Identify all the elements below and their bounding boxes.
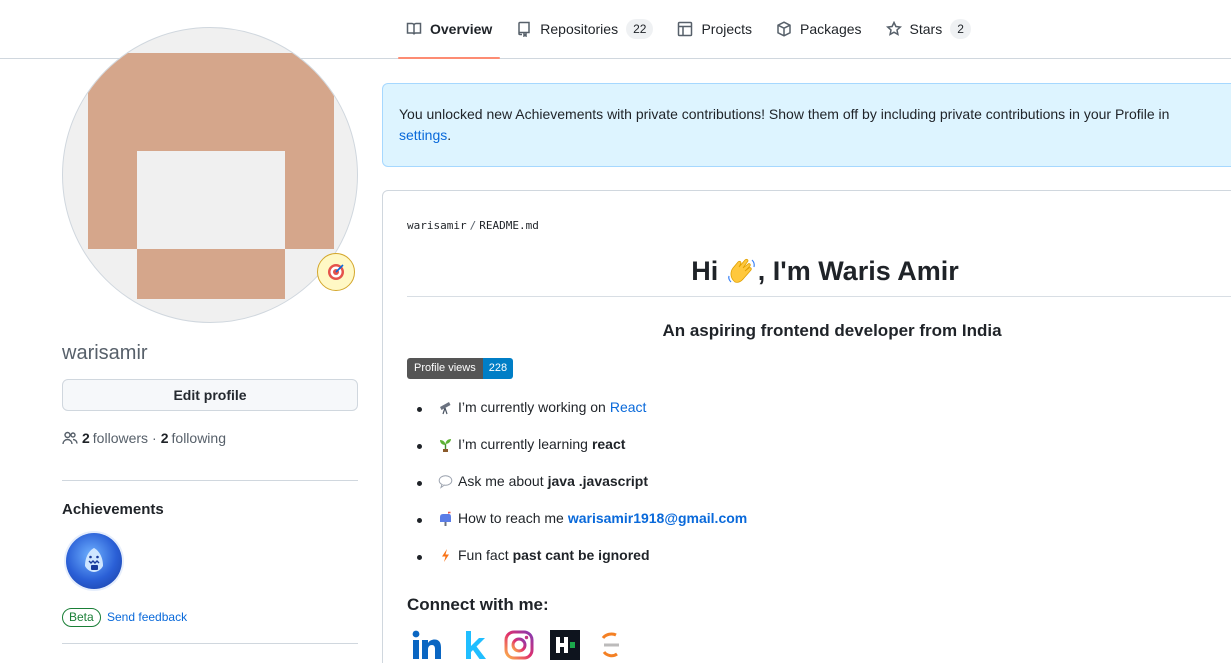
list-item: I’m currently learning react bbox=[417, 436, 747, 473]
heading-greeting: Hi bbox=[691, 256, 726, 286]
linkedin-icon[interactable] bbox=[411, 629, 443, 661]
star-icon bbox=[885, 21, 902, 36]
achievement-badge[interactable] bbox=[66, 533, 122, 589]
readme-card: warisamir / README.md Hi , I'm Waris Amir … bbox=[382, 190, 1231, 663]
readme-filename[interactable]: README.md bbox=[479, 219, 539, 232]
speech-bubble-icon bbox=[437, 473, 453, 489]
followers-label: followers bbox=[92, 430, 149, 446]
notice-text: You unlocked new Achievements with priva… bbox=[399, 106, 1170, 122]
stars-count: 2 bbox=[950, 19, 971, 39]
react-link[interactable]: React bbox=[610, 399, 647, 415]
tab-stars[interactable]: Stars 2 bbox=[878, 0, 979, 58]
achievements-title: Achievements bbox=[62, 501, 164, 518]
follow-stats: 2 followers · 2 following bbox=[62, 430, 226, 446]
readme-subtitle: An aspiring frontend developer from Indi… bbox=[662, 321, 1002, 340]
divider bbox=[62, 643, 358, 644]
achievements-notice: You unlocked new Achievements with priva… bbox=[382, 83, 1231, 167]
target-icon bbox=[328, 264, 344, 280]
tab-overview-label: Overview bbox=[430, 21, 493, 37]
package-icon bbox=[777, 21, 791, 37]
tab-packages-label: Packages bbox=[800, 21, 862, 37]
following-link[interactable]: 2 following bbox=[161, 430, 226, 446]
following-count: 2 bbox=[160, 430, 169, 446]
notice-end: . bbox=[447, 127, 452, 143]
email-link[interactable]: warisamir1918@gmail.com bbox=[568, 510, 747, 526]
readme-list: I’m currently working on React I’m curre… bbox=[417, 399, 747, 584]
followers-count: 2 bbox=[82, 430, 90, 446]
shark-icon bbox=[85, 548, 103, 572]
profile-tabs: Overview Repositories 22 Projects Packag… bbox=[398, 0, 987, 59]
instagram-icon[interactable] bbox=[503, 629, 535, 661]
beta-badge: Beta bbox=[62, 608, 101, 627]
social-links bbox=[411, 629, 627, 661]
readme-owner[interactable]: warisamir bbox=[407, 219, 467, 232]
username: warisamir bbox=[62, 342, 148, 364]
followers-link[interactable]: 2 followers bbox=[82, 430, 148, 446]
connect-heading: Connect with me: bbox=[407, 595, 549, 614]
status-emoji[interactable] bbox=[317, 253, 355, 291]
table-icon bbox=[678, 21, 693, 37]
tab-projects-label: Projects bbox=[701, 21, 753, 37]
heading-name: , I'm Waris Amir bbox=[757, 256, 959, 286]
book-icon bbox=[406, 22, 422, 35]
edit-profile-button[interactable]: Edit profile bbox=[62, 379, 358, 411]
item-text: I’m currently learning bbox=[458, 436, 588, 452]
tab-projects[interactable]: Projects bbox=[669, 0, 760, 58]
item-text: I’m currently working on bbox=[458, 399, 606, 415]
profile-views-badge: Profile views 228 bbox=[407, 358, 514, 379]
path-separator: / bbox=[469, 219, 477, 232]
stackoverflow-icon[interactable] bbox=[595, 629, 627, 661]
repo-icon bbox=[518, 21, 531, 37]
item-text: Ask me about bbox=[458, 473, 544, 489]
tab-stars-label: Stars bbox=[909, 21, 943, 37]
list-item: Fun fact past cant be ignored bbox=[417, 547, 747, 584]
item-bold: react bbox=[591, 436, 626, 452]
send-feedback-link[interactable]: Send feedback bbox=[107, 610, 187, 624]
tab-repositories[interactable]: Repositories 22 bbox=[508, 0, 661, 58]
settings-link[interactable]: settings bbox=[399, 127, 447, 143]
people-icon bbox=[62, 431, 78, 445]
item-bold: java .javascript bbox=[547, 473, 649, 489]
list-item: Ask me about java .javascript bbox=[417, 473, 747, 510]
divider bbox=[62, 480, 358, 481]
list-item: I’m currently working on React bbox=[417, 399, 747, 436]
follow-separator: · bbox=[152, 430, 157, 446]
following-label: following bbox=[171, 430, 226, 446]
seedling-icon bbox=[437, 436, 453, 452]
item-text: Fun fact bbox=[458, 547, 509, 563]
readme-path: warisamir / README.md bbox=[407, 219, 539, 232]
item-text: How to reach me bbox=[458, 510, 564, 526]
item-bold: past cant be ignored bbox=[512, 547, 650, 563]
waving-hand-icon bbox=[727, 258, 755, 283]
tab-overview[interactable]: Overview bbox=[398, 0, 501, 59]
mailbox-icon bbox=[437, 510, 453, 526]
lightning-icon bbox=[437, 547, 453, 563]
hackerrank-icon[interactable] bbox=[549, 629, 581, 661]
readme-heading: Hi , I'm Waris Amir bbox=[407, 251, 1231, 297]
repositories-count: 22 bbox=[626, 19, 654, 39]
list-item: How to reach me warisamir1918@gmail.com bbox=[417, 510, 747, 547]
telescope-icon bbox=[437, 399, 453, 415]
tab-repositories-label: Repositories bbox=[540, 21, 619, 37]
tab-packages[interactable]: Packages bbox=[768, 0, 869, 58]
avatar[interactable] bbox=[62, 27, 358, 323]
views-count: 228 bbox=[482, 358, 514, 379]
views-label: Profile views bbox=[407, 358, 483, 379]
kaggle-icon[interactable] bbox=[457, 629, 489, 661]
